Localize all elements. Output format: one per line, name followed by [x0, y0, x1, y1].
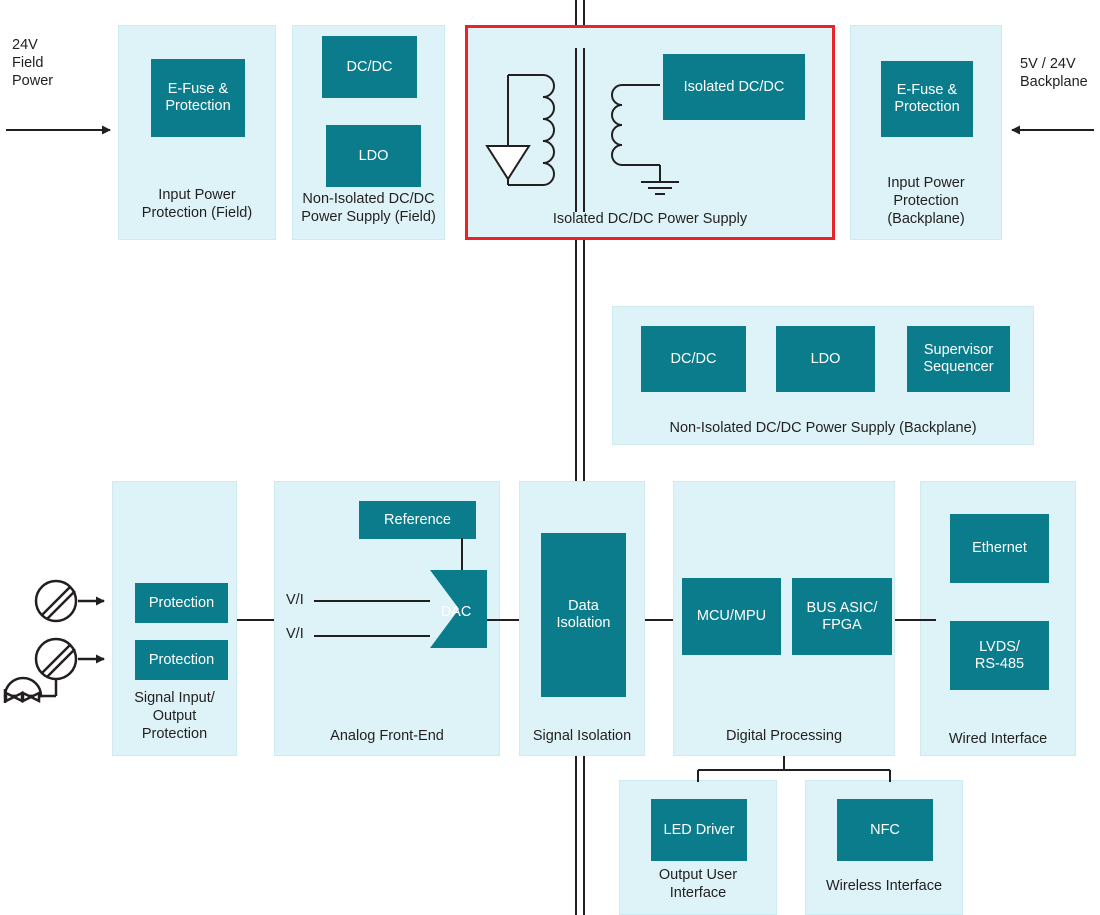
port-label-vi-2: V/I	[286, 626, 304, 642]
block-isolated-dcdc[interactable]: Isolated DC/DC	[663, 54, 805, 120]
group-label-signal-io-protection: Signal Input/ Output Protection	[134, 690, 215, 742]
block-e-fuse-protection-field[interactable]: E-Fuse & Protection	[151, 59, 245, 137]
group-input-power-protection-backplane: E-Fuse & Protection Input Power Protecti…	[850, 25, 1002, 240]
label-field-power: 24V Field Power	[12, 37, 54, 89]
block-ldo-field[interactable]: LDO	[317, 116, 421, 187]
block-supervisor-sequencer[interactable]: Supervisor Sequencer	[907, 326, 1010, 392]
port-label-vi-1: V/I	[286, 592, 304, 608]
group-signal-isolation: Data Isolation Signal Isolation	[519, 481, 645, 756]
block-dcdc-field[interactable]: DC/DC	[322, 36, 417, 98]
group-label-input-power-protection-backplane: Input Power Protection (Backplane)	[887, 175, 965, 227]
block-reference[interactable]: Reference	[359, 501, 476, 539]
group-non-isolated-dcdc-field: DC/DC LDO Non-Isolated DC/DC Power Suppl…	[292, 25, 445, 240]
block-bus-asic-fpga[interactable]: BUS ASIC/ FPGA	[792, 578, 892, 655]
group-wireless-interface: NFC Wireless Interface	[805, 780, 963, 915]
block-ldo-backplane[interactable]: LDO	[776, 326, 875, 392]
group-isolated-dcdc-power-supply: Isolated DC/DC Isolated DC/DC Power Supp…	[465, 25, 835, 240]
block-protection-1[interactable]: Protection	[135, 583, 228, 623]
group-digital-processing: MCU/MPU BUS ASIC/ FPGA Digital Processin…	[673, 481, 895, 756]
group-wired-interface: Ethernet LVDS/ RS-485 Wired Interface	[920, 481, 1076, 756]
group-label-digital-processing: Digital Processing	[725, 728, 843, 744]
group-non-isolated-dcdc-backplane: DC/DC LDO Supervisor Sequencer Non-Isola…	[612, 306, 1034, 445]
group-label-non-isolated-dcdc-field: Non-Isolated DC/DC Power Supply (Field)	[301, 191, 436, 225]
block-data-isolation[interactable]: Data Isolation	[541, 533, 626, 697]
group-label-non-isolated-dcdc-backplane: Non-Isolated DC/DC Power Supply (Backpla…	[669, 420, 977, 436]
sensor-circle-icon-1	[34, 579, 105, 623]
block-lvds-rs485[interactable]: LVDS/ RS-485	[950, 621, 1049, 690]
label-backplane-power: 5V / 24V Backplane	[1020, 56, 1088, 90]
group-analog-front-end: Reference V/I V/I Analog Front-End	[274, 481, 500, 756]
block-protection-2[interactable]: Protection	[135, 640, 228, 680]
block-dcdc-backplane[interactable]: DC/DC	[641, 326, 746, 392]
block-e-fuse-protection-backplane[interactable]: E-Fuse & Protection	[881, 61, 973, 137]
group-output-user-interface: LED Driver Output User Interface	[619, 780, 777, 915]
group-label-signal-isolation: Signal Isolation	[532, 728, 632, 744]
block-led-driver[interactable]: LED Driver	[651, 799, 747, 861]
group-label-wireless-interface: Wireless Interface	[825, 878, 943, 894]
group-signal-io-protection: Protection Protection Signal Input/ Outp…	[112, 481, 237, 756]
valve-actuator-icon	[3, 676, 58, 704]
block-nfc[interactable]: NFC	[837, 799, 933, 861]
group-label-wired-interface: Wired Interface	[948, 731, 1048, 747]
group-label-input-power-protection-field: Input Power Protection (Field)	[141, 187, 253, 221]
block-diagram-canvas: 24V Field Power 5V / 24V Backplane E-Fus…	[0, 0, 1100, 915]
group-input-power-protection-field: E-Fuse & Protection Input Power Protecti…	[118, 25, 276, 240]
group-label-output-user-interface: Output User Interface	[658, 867, 738, 901]
group-label-isolated-dcdc-power-supply: Isolated DC/DC Power Supply	[552, 211, 748, 227]
group-label-analog-front-end: Analog Front-End	[330, 728, 444, 744]
connector-digital-to-bottom-interfaces	[697, 756, 891, 782]
block-ethernet[interactable]: Ethernet	[950, 514, 1049, 583]
sensor-circle-icon-2	[34, 637, 105, 681]
block-mcu-mpu[interactable]: MCU/MPU	[682, 578, 781, 655]
